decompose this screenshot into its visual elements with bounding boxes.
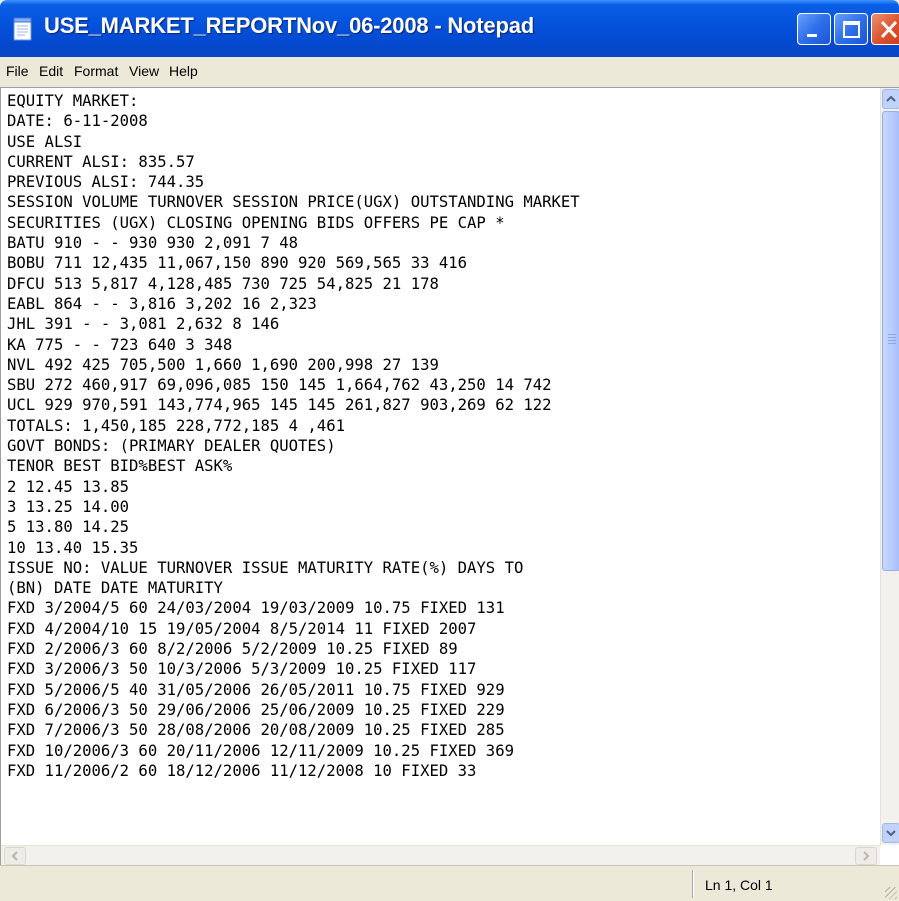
minimize-icon <box>807 34 817 37</box>
text-line: PREVIOUS ALSI: 744.35 <box>7 173 205 192</box>
text-line: DATE: 6-11-2008 <box>7 112 148 131</box>
text-line: TOTALS: 1,450,185 228,772,185 4 ,461 <box>7 416 345 435</box>
minimize-button[interactable] <box>797 13 831 45</box>
text-line: 3 13.25 14.00 <box>7 497 130 516</box>
text-line: 5 13.80 14.25 <box>7 518 130 537</box>
text-line: SESSION VOLUME TURNOVER SESSION PRICE(UG… <box>7 193 580 212</box>
close-button[interactable] <box>871 13 899 45</box>
status-divider <box>692 870 694 898</box>
text-line: BOBU 711 12,435 11,067,150 890 920 569,5… <box>7 254 468 273</box>
maximize-icon <box>843 21 860 38</box>
document-text[interactable]: EQUITY MARKET: DATE: 6-11-2008 USE ALSI CUR… <box>7 91 877 831</box>
window-title: USE_MARKET_REPORTNov_06-2008 - Notepad <box>44 13 534 38</box>
text-line: FXD 11/2006/2 60 18/12/2006 11/12/2008 1… <box>7 761 477 780</box>
text-line: (BN) DATE DATE MATURITY <box>7 579 223 598</box>
text-line: 10 13.40 15.35 <box>7 538 139 557</box>
scroll-down-button[interactable] <box>882 823 899 843</box>
text-line: BATU 910 - - 930 930 2,091 7 48 <box>7 234 299 253</box>
text-line: KA 775 - - 723 640 3 348 <box>7 335 233 354</box>
scroll-left-button[interactable] <box>4 847 26 865</box>
text-line: FXD 10/2006/3 60 20/11/2006 12/11/2009 1… <box>7 741 514 760</box>
text-line: NVL 492 425 705,500 1,660 1,690 200,998 … <box>7 355 439 374</box>
menu-bar: File Edit Format View Help <box>0 57 899 87</box>
close-icon <box>880 20 898 39</box>
text-line: EABL 864 - - 3,816 3,202 16 2,323 <box>7 294 317 313</box>
notepad-icon[interactable] <box>12 17 34 41</box>
text-line: EQUITY MARKET: <box>7 92 139 110</box>
text-line: SBU 272 460,917 69,096,085 150 145 1,664… <box>7 376 552 395</box>
text-line: TENOR BEST BID%BEST ASK% <box>7 457 233 476</box>
text-line: UCL 929 970,591 143,774,965 145 145 261,… <box>7 396 552 415</box>
chevron-down-icon <box>886 830 896 837</box>
horizontal-scrollbar[interactable] <box>1 845 880 865</box>
notepad-window: USE_MARKET_REPORTNov_06-2008 - Notepad F… <box>0 0 899 901</box>
resize-grip-icon[interactable] <box>885 887 897 899</box>
editor-pane[interactable]: EQUITY MARKET: DATE: 6-11-2008 USE ALSI CUR… <box>0 87 899 865</box>
title-bar[interactable]: USE_MARKET_REPORTNov_06-2008 - Notepad <box>0 0 899 57</box>
chevron-right-icon <box>863 851 870 861</box>
text-line: ISSUE NO: VALUE TURNOVER ISSUE MATURITY … <box>7 558 524 577</box>
vertical-scroll-thumb[interactable] <box>882 111 899 571</box>
menu-edit[interactable]: Edit <box>39 63 63 79</box>
text-line: 2 12.45 13.85 <box>7 477 130 496</box>
maximize-button[interactable] <box>834 13 868 45</box>
text-line: USE ALSI <box>7 132 83 151</box>
cursor-position: Ln 1, Col 1 <box>705 877 773 893</box>
menu-format[interactable]: Format <box>74 63 118 79</box>
scroll-grip <box>888 334 896 344</box>
text-line: JHL 391 - - 3,081 2,632 8 146 <box>7 315 280 334</box>
text-line: DFCU 513 5,817 4,128,485 730 725 54,825 … <box>7 274 439 293</box>
text-line: FXD 5/2006/5 40 31/05/2006 26/05/2011 10… <box>7 680 505 699</box>
text-line: SECURITIES (UGX) CLOSING OPENING BIDS OF… <box>7 213 505 232</box>
vertical-scrollbar[interactable] <box>880 88 899 845</box>
chevron-up-icon <box>886 95 896 102</box>
text-line: CURRENT ALSI: 835.57 <box>7 152 195 171</box>
menu-help[interactable]: Help <box>169 63 198 79</box>
text-line: FXD 7/2006/3 50 28/08/2006 20/08/2009 10… <box>7 721 505 740</box>
text-line: FXD 3/2004/5 60 24/03/2004 19/03/2009 10… <box>7 599 505 618</box>
text-line: FXD 6/2006/3 50 29/06/2006 25/06/2009 10… <box>7 700 505 719</box>
text-line: GOVT BONDS: (PRIMARY DEALER QUOTES) <box>7 437 336 456</box>
text-line: FXD 4/2004/10 15 19/05/2004 8/5/2014 11 … <box>7 619 477 638</box>
menu-view[interactable]: View <box>129 63 159 79</box>
scroll-up-button[interactable] <box>882 89 899 109</box>
text-line: FXD 3/2006/3 50 10/3/2006 5/3/2009 10.25… <box>7 660 477 679</box>
text-line: FXD 2/2006/3 60 8/2/2006 5/2/2009 10.25 … <box>7 640 458 659</box>
scroll-right-button[interactable] <box>855 847 877 865</box>
menu-file[interactable]: File <box>6 63 29 79</box>
status-bar: Ln 1, Col 1 <box>0 865 899 901</box>
chevron-left-icon <box>11 851 18 861</box>
